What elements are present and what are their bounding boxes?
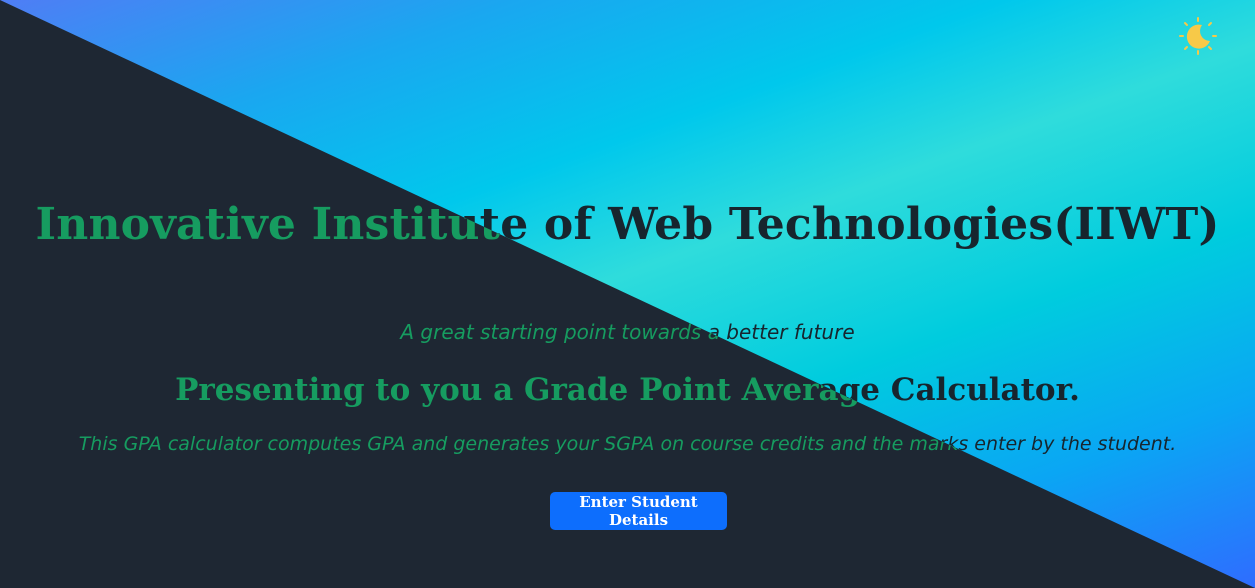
enter-student-details-button[interactable]: Enter Student Details [550, 492, 727, 530]
theme-toggle-button[interactable] [1178, 16, 1218, 56]
moon-sun-icon [1179, 17, 1217, 55]
